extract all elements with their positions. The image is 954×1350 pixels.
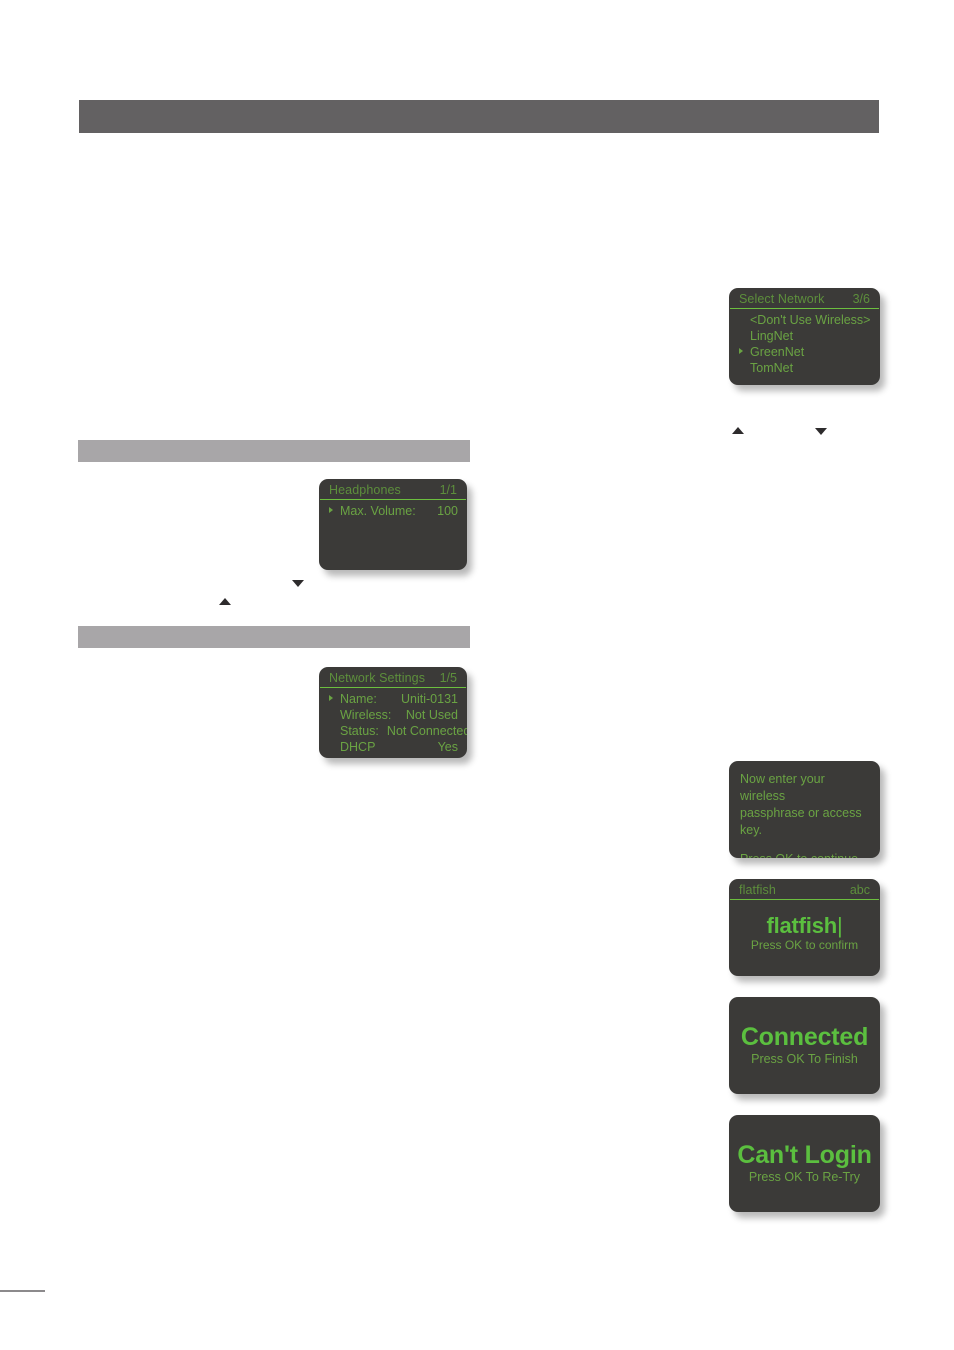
lcd-titlebar: Select Network 3/6 bbox=[730, 288, 879, 309]
text-cursor-icon: | bbox=[837, 913, 843, 938]
status-headline: Connected bbox=[740, 1023, 869, 1051]
setting-value: Uniti-0131 bbox=[401, 692, 458, 706]
input-mode-indicator: abc bbox=[849, 883, 870, 897]
lcd-titlebar: Network Settings 1/5 bbox=[320, 667, 466, 688]
entry-title: flatfish bbox=[739, 883, 776, 897]
setting-label: Max. Volume: bbox=[340, 504, 416, 518]
panel-title: Network Settings bbox=[329, 671, 426, 685]
list-item-selected[interactable]: GreenNet bbox=[738, 344, 871, 360]
list-item-label: TomNet bbox=[750, 361, 794, 375]
lcd-connected[interactable]: Connected Press OK To Finish bbox=[729, 997, 880, 1094]
entry-hint: Press OK to confirm bbox=[750, 938, 859, 952]
selection-caret-icon bbox=[739, 348, 743, 354]
setting-row-status[interactable]: Status: Not Connected bbox=[328, 723, 467, 739]
message-line-1: Now enter your wireless bbox=[740, 772, 825, 803]
lcd-network-settings[interactable]: Network Settings 1/5 Name: Uniti-0131 Wi… bbox=[319, 667, 467, 758]
list-item[interactable]: TomNet bbox=[738, 360, 871, 376]
page-header-bar bbox=[79, 100, 879, 133]
setting-row-wireless[interactable]: Wireless: Not Used bbox=[328, 707, 458, 723]
setting-value: 100 bbox=[437, 504, 458, 518]
lcd-passphrase-prompt[interactable]: Now enter your wireless passphrase or ac… bbox=[729, 761, 880, 858]
lcd-titlebar: Headphones 1/1 bbox=[320, 479, 466, 500]
message-line-3: Press OK to continue bbox=[740, 851, 869, 858]
status-body: Can't Login Press OK To Re-Try bbox=[729, 1115, 880, 1212]
setting-row-name[interactable]: Name: Uniti-0131 bbox=[328, 691, 458, 707]
list-item[interactable]: <Don't Use Wireless> bbox=[738, 312, 871, 328]
list-item-label: GreenNet bbox=[750, 345, 805, 359]
list-item-label: LingNet bbox=[750, 329, 794, 343]
setting-label: Name: bbox=[340, 692, 377, 706]
entry-area[interactable]: flatfish| Press OK to confirm bbox=[729, 900, 880, 953]
lcd-body: Max. Volume: 100 bbox=[319, 500, 467, 519]
message-body: Now enter your wireless passphrase or ac… bbox=[729, 761, 880, 858]
setting-label: Wireless: bbox=[340, 708, 392, 722]
up-arrow-icon bbox=[219, 598, 231, 605]
lcd-headphones[interactable]: Headphones 1/1 Max. Volume: 100 bbox=[319, 479, 467, 570]
lcd-body: Name: Uniti-0131 Wireless: Not Used Stat… bbox=[319, 688, 467, 755]
up-arrow-icon bbox=[732, 427, 744, 434]
list-item-label: <Don't Use Wireless> bbox=[750, 313, 871, 327]
lcd-body: <Don't Use Wireless> LingNet GreenNet To… bbox=[729, 309, 880, 376]
panel-title: Headphones bbox=[329, 483, 401, 497]
page-indicator: 1/5 bbox=[439, 671, 457, 685]
footer-rule bbox=[0, 1290, 45, 1292]
lcd-titlebar: flatfish abc bbox=[730, 879, 879, 900]
setting-row-max-volume[interactable]: Max. Volume: 100 bbox=[328, 503, 458, 519]
entry-value: flatfish bbox=[766, 913, 837, 938]
down-arrow-icon bbox=[815, 428, 827, 435]
lcd-cant-login[interactable]: Can't Login Press OK To Re-Try bbox=[729, 1115, 880, 1212]
setting-value: Yes bbox=[437, 740, 458, 754]
lcd-select-network[interactable]: Select Network 3/6 <Don't Use Wireless> … bbox=[729, 288, 880, 385]
status-hint: Press OK To Re-Try bbox=[748, 1170, 861, 1184]
setting-value: Not Used bbox=[405, 708, 458, 722]
selection-caret-icon bbox=[329, 507, 333, 513]
selection-caret-icon bbox=[329, 695, 333, 701]
lcd-passphrase-entry[interactable]: flatfish abc flatfish| Press OK to confi… bbox=[729, 879, 880, 976]
section-bar-headphones bbox=[78, 440, 470, 462]
message-line-2: passphrase or access key. bbox=[740, 806, 862, 837]
section-bar-network-settings bbox=[78, 626, 470, 648]
setting-label: DHCP bbox=[340, 740, 376, 754]
entry-value-wrap: flatfish| bbox=[766, 914, 842, 938]
setting-row-dhcp[interactable]: DHCP Yes bbox=[328, 739, 458, 755]
status-body: Connected Press OK To Finish bbox=[729, 997, 880, 1094]
down-arrow-icon bbox=[292, 580, 304, 587]
list-item[interactable]: LingNet bbox=[738, 328, 871, 344]
panel-title: Select Network bbox=[739, 292, 825, 306]
page-indicator: 1/1 bbox=[439, 483, 457, 497]
status-hint: Press OK To Finish bbox=[751, 1052, 858, 1066]
page-indicator: 3/6 bbox=[852, 292, 870, 306]
status-headline: Can't Login bbox=[737, 1141, 872, 1169]
setting-value: Not Connected bbox=[386, 724, 467, 738]
setting-label: Status: bbox=[340, 724, 379, 738]
